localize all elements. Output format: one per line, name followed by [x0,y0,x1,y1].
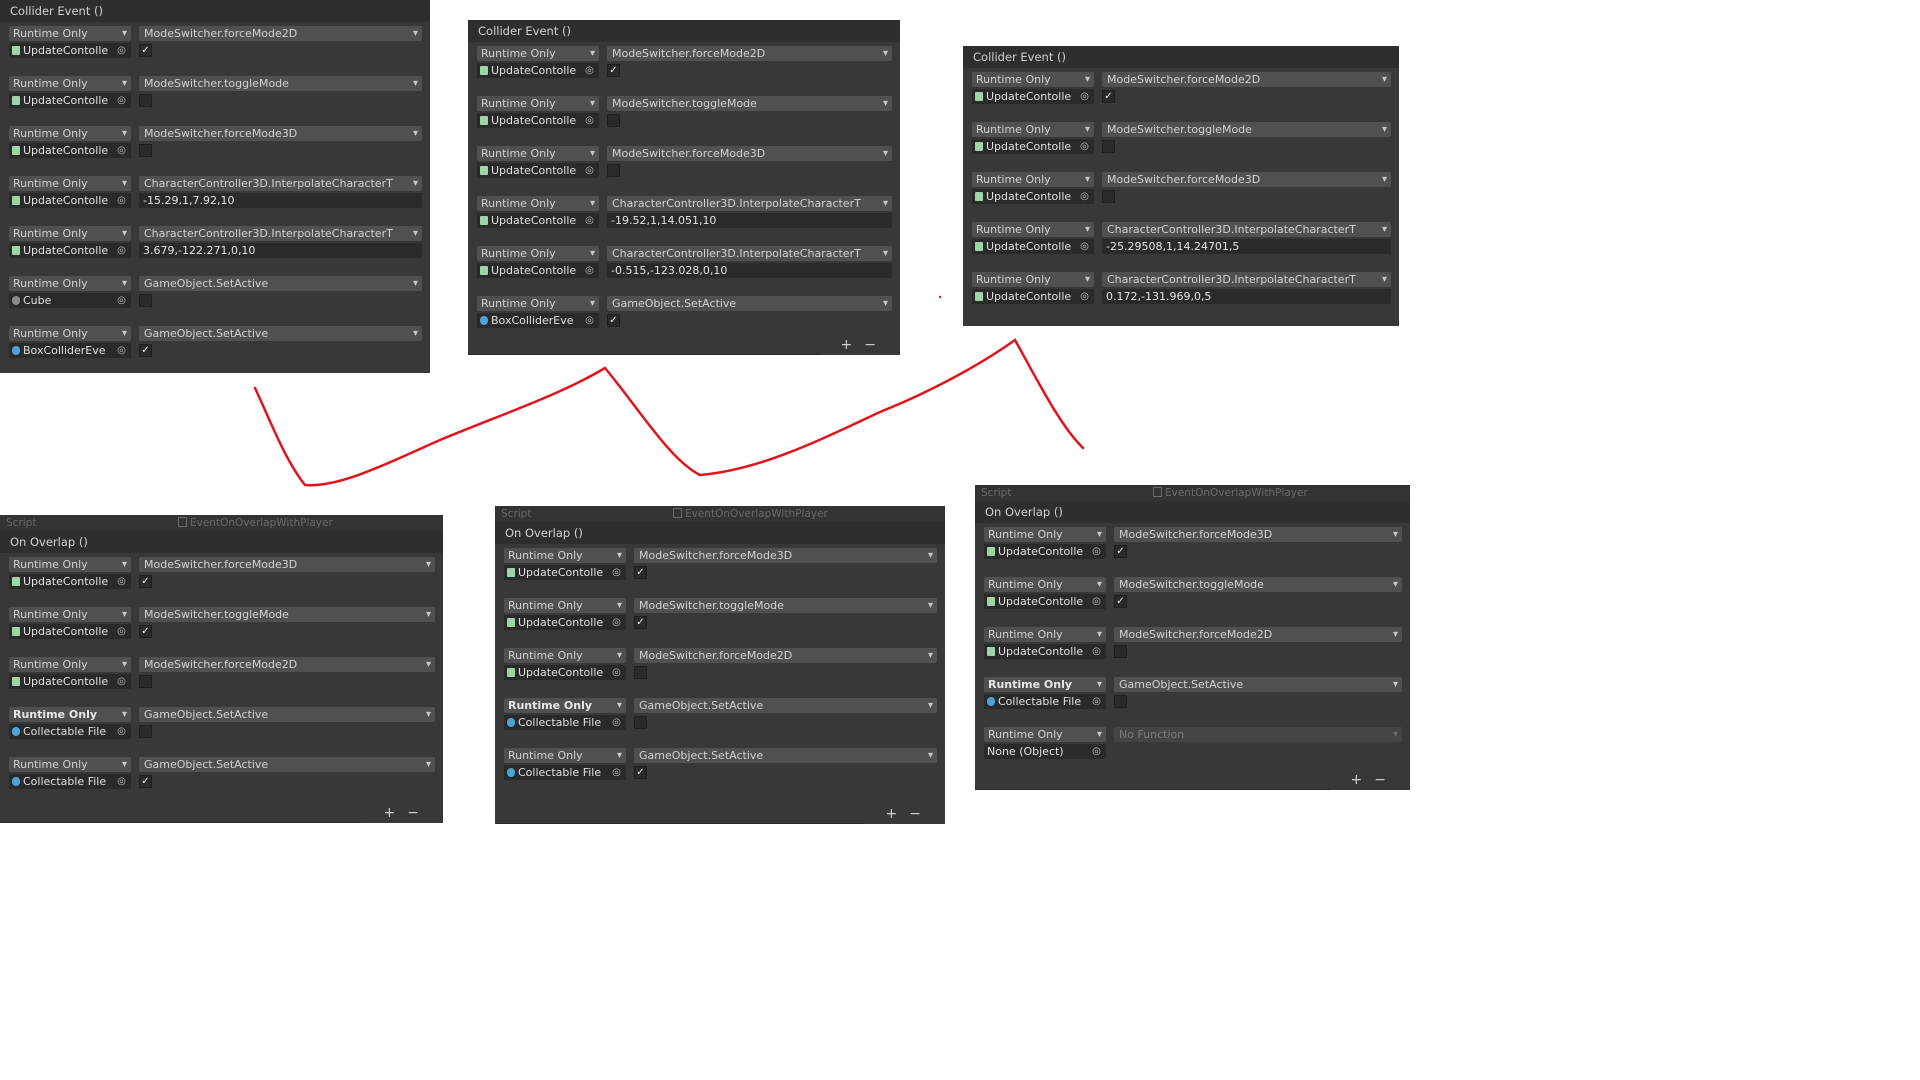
red-scribble-line [253,295,1085,487]
